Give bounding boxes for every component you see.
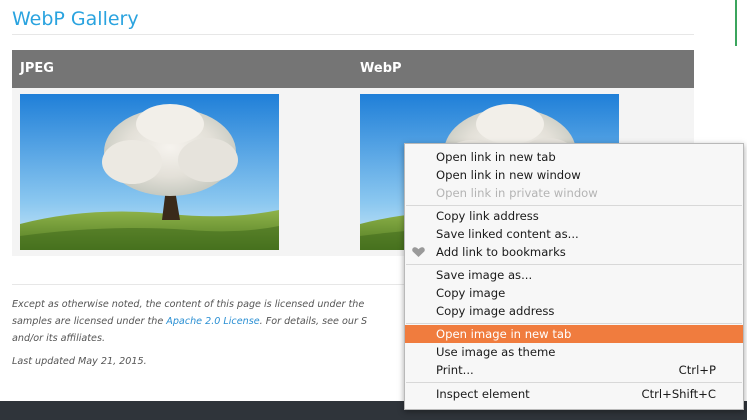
menu-item-open-link-new-tab[interactable]: Open link in new tab	[405, 148, 743, 166]
context-menu: Open link in new tab Open link in new wi…	[404, 143, 744, 410]
apache-license-link[interactable]: Apache 2.0 License	[166, 316, 259, 327]
menu-item-open-link-private-window: Open link in private window	[436, 186, 598, 200]
license-line-3: and/or its affiliates.	[12, 333, 106, 344]
menu-item-print[interactable]: Print... Ctrl+P	[405, 361, 743, 379]
menu-separator	[406, 205, 742, 206]
menu-item-copy-image[interactable]: Copy image	[405, 284, 743, 302]
jpeg-tree-image[interactable]	[20, 94, 279, 250]
menu-separator	[406, 323, 742, 324]
menu-item-add-link-bookmarks[interactable]: Add link to bookmarks	[405, 243, 743, 261]
heart-icon	[412, 247, 425, 257]
last-updated: Last updated May 21, 2015.	[12, 356, 147, 367]
print-shortcut: Ctrl+P	[678, 363, 716, 377]
menu-item-inspect-element[interactable]: Inspect element Ctrl+Shift+C	[405, 385, 743, 403]
license-line-2: samples are licensed under the Apache 2.…	[12, 316, 368, 327]
menu-item-copy-image-address[interactable]: Copy image address	[405, 302, 743, 320]
inspect-shortcut: Ctrl+Shift+C	[641, 387, 716, 401]
menu-item-save-linked-content[interactable]: Save linked content as...	[405, 225, 743, 243]
menu-item-open-link-new-window[interactable]: Open link in new window	[405, 166, 743, 184]
scroll-accent	[735, 0, 737, 46]
menu-item-copy-link-address[interactable]: Copy link address	[405, 207, 743, 225]
title-divider	[12, 34, 694, 35]
menu-separator	[406, 264, 742, 265]
column-header-webp: WebP	[360, 61, 402, 76]
table-header: JPEG WebP	[12, 50, 694, 88]
menu-item-save-image-as[interactable]: Save image as...	[405, 266, 743, 284]
menu-item-use-image-as-theme[interactable]: Use image as theme	[405, 343, 743, 361]
page-title: WebP Gallery	[12, 8, 139, 30]
menu-item-open-image-new-tab[interactable]: Open image in new tab	[405, 325, 743, 343]
menu-separator	[406, 382, 742, 383]
license-notice: Except as otherwise noted, the content o…	[12, 296, 432, 347]
column-header-jpeg: JPEG	[20, 61, 54, 76]
license-line-1: Except as otherwise noted, the content o…	[12, 299, 365, 310]
